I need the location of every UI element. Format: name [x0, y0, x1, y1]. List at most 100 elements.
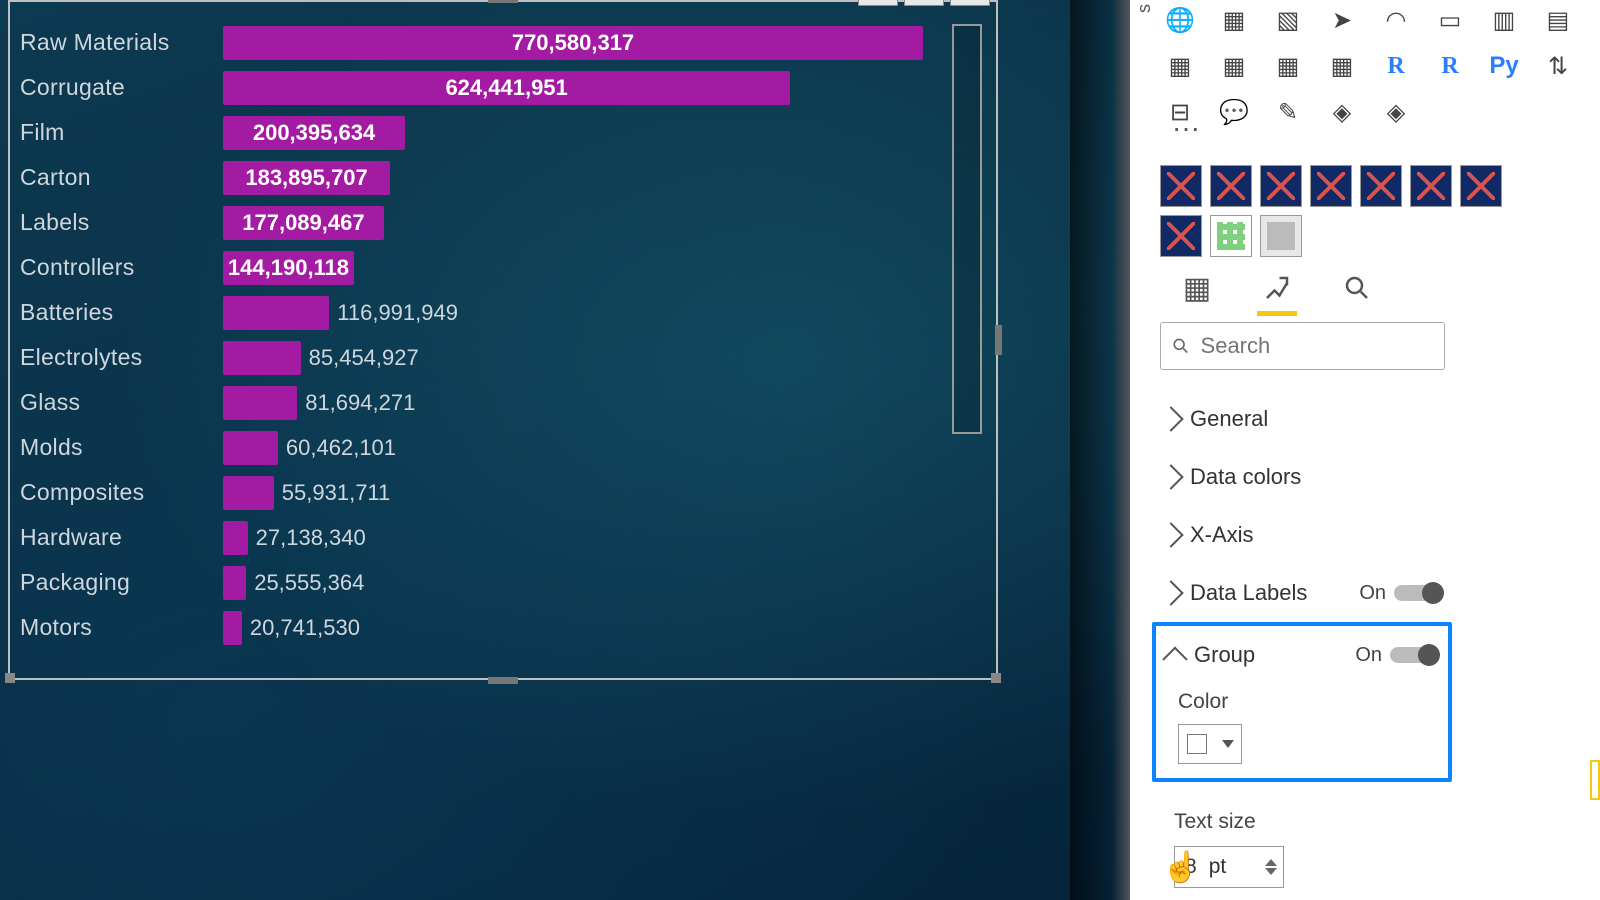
fields-pane-peek[interactable]: [1590, 760, 1600, 800]
bar[interactable]: [223, 611, 242, 645]
bar[interactable]: [223, 431, 278, 465]
search-icon: [1171, 335, 1191, 357]
shape-map-icon[interactable]: ▧: [1268, 2, 1308, 38]
r-script-icon[interactable]: R: [1430, 48, 1470, 84]
globe-icon[interactable]: 🌐: [1160, 2, 1200, 38]
chart-row: Molds60,462,101: [18, 425, 958, 470]
section-group-label: Group: [1194, 642, 1345, 668]
resize-handle-br[interactable]: [991, 673, 1001, 683]
resize-handle-right[interactable]: [995, 325, 1002, 355]
resize-handle-bottom[interactable]: [488, 677, 518, 684]
custom-visuals-row-2: [1160, 215, 1302, 257]
text-size-unit: pt: [1209, 855, 1227, 879]
custom-visual-7[interactable]: [1460, 165, 1502, 207]
smart-narrative-icon[interactable]: ✎: [1268, 94, 1308, 130]
resize-handle-bl[interactable]: [5, 673, 15, 683]
bar[interactable]: [223, 386, 297, 420]
bar[interactable]: [223, 566, 246, 600]
bar-chart: Raw Materials770,580,317Corrugate624,441…: [18, 20, 958, 650]
report-canvas[interactable]: Raw Materials770,580,317Corrugate624,441…: [0, 0, 1130, 900]
chart-row: Corrugate624,441,951: [18, 65, 958, 110]
bar-area: 81,694,271: [223, 386, 958, 420]
gauge-icon[interactable]: ◠: [1376, 2, 1416, 38]
category-label: Molds: [18, 434, 223, 461]
pivot-icon[interactable]: ▦: [1322, 48, 1362, 84]
group-toggle[interactable]: [1390, 647, 1438, 663]
page-shadow: [1070, 0, 1130, 900]
visual-header-buttons: [858, 0, 990, 6]
analytics-tab-icon[interactable]: [1335, 268, 1379, 308]
section-x-axis[interactable]: X-Axis: [1152, 506, 1452, 564]
category-label: Electrolytes: [18, 344, 223, 371]
data-label: 144,190,118: [228, 255, 349, 281]
table-icon[interactable]: ▦: [1214, 48, 1254, 84]
fields-tab-icon[interactable]: ▦: [1175, 268, 1219, 308]
bar[interactable]: [223, 476, 274, 510]
matrix-icon[interactable]: ▦: [1268, 48, 1308, 84]
card-icon[interactable]: ▭: [1430, 2, 1470, 38]
visual-header-btn-2[interactable]: [904, 0, 944, 6]
bar-area: 20,741,530: [223, 611, 958, 645]
search-input[interactable]: [1201, 333, 1434, 359]
section-group[interactable]: Group On: [1156, 626, 1448, 684]
custom-visual-8[interactable]: [1160, 215, 1202, 257]
spinner-up-icon[interactable]: [1265, 859, 1277, 866]
section-data-labels[interactable]: Data Labels On: [1152, 564, 1452, 622]
resize-handle-top[interactable]: [488, 0, 518, 3]
section-data-colors[interactable]: Data colors: [1152, 448, 1452, 506]
format-sections: General Data colors X-Axis Data Labels O…: [1152, 390, 1452, 782]
bar[interactable]: [223, 296, 329, 330]
chevron-down-icon: [1158, 580, 1183, 605]
gallery-more-icon[interactable]: ···: [1166, 122, 1206, 152]
custom-visual-5[interactable]: [1360, 165, 1402, 207]
slicer-icon[interactable]: ▦: [1160, 48, 1200, 84]
paginated-icon[interactable]: ◈: [1322, 94, 1362, 130]
visual-header-btn-3[interactable]: [950, 0, 990, 6]
custom-visual-1[interactable]: [1160, 165, 1202, 207]
format-search[interactable]: [1160, 322, 1445, 370]
bar-area: 183,895,707: [223, 161, 958, 195]
chevron-down-icon: [1158, 522, 1183, 547]
category-label: Glass: [18, 389, 223, 416]
data-label: 183,895,707: [245, 165, 367, 191]
arrow-icon[interactable]: ➤: [1322, 2, 1362, 38]
key-influencers-icon[interactable]: ⇅: [1538, 48, 1578, 84]
python-visual-icon[interactable]: Py: [1484, 48, 1524, 84]
kpi-icon[interactable]: ▤: [1538, 2, 1578, 38]
section-general[interactable]: General: [1152, 390, 1452, 448]
collapsed-pane-tab[interactable]: s: [1134, 4, 1155, 13]
text-size-spinner[interactable]: [1265, 859, 1277, 875]
bar[interactable]: [223, 521, 248, 555]
qa-icon[interactable]: 💬: [1214, 94, 1254, 130]
category-label: Raw Materials: [18, 29, 223, 56]
r-visual-icon[interactable]: R: [1376, 48, 1416, 84]
custom-visual-10[interactable]: [1260, 215, 1302, 257]
visualization-gallery: 🌐 ▦ ▧ ➤ ◠ ▭ ▥ ▤ ▦ ▦ ▦ ▦ R R Py ⇅ ⊟ 💬 ✎ ◈…: [1160, 2, 1580, 130]
more-visual-icon[interactable]: ◈: [1376, 94, 1416, 130]
data-label: 25,555,364: [254, 570, 364, 596]
custom-visual-9[interactable]: [1210, 215, 1252, 257]
category-label: Labels: [18, 209, 223, 236]
data-label: 81,694,271: [305, 390, 415, 416]
category-label: Carton: [18, 164, 223, 191]
filled-map-icon[interactable]: ▦: [1214, 2, 1254, 38]
custom-visual-3[interactable]: [1260, 165, 1302, 207]
format-tab-icon[interactable]: [1255, 268, 1299, 308]
custom-visual-4[interactable]: [1310, 165, 1352, 207]
data-labels-toggle[interactable]: [1394, 585, 1442, 601]
group-color-picker[interactable]: [1178, 724, 1242, 764]
visual-header-btn-1[interactable]: [858, 0, 898, 6]
chart-row: Packaging25,555,364: [18, 560, 958, 605]
chart-visual-frame[interactable]: Raw Materials770,580,317Corrugate624,441…: [8, 0, 998, 680]
category-label: Controllers: [18, 254, 223, 281]
chart-row: Carton 183,895,707: [18, 155, 958, 200]
data-label: 200,395,634: [253, 120, 375, 146]
pane-tabs: ▦: [1175, 268, 1379, 308]
chart-row: Composites55,931,711: [18, 470, 958, 515]
custom-visual-6[interactable]: [1410, 165, 1452, 207]
multi-card-icon[interactable]: ▥: [1484, 2, 1524, 38]
chevron-up-icon: [1162, 647, 1187, 672]
custom-visual-2[interactable]: [1210, 165, 1252, 207]
bar[interactable]: [223, 341, 301, 375]
spinner-down-icon[interactable]: [1265, 868, 1277, 875]
